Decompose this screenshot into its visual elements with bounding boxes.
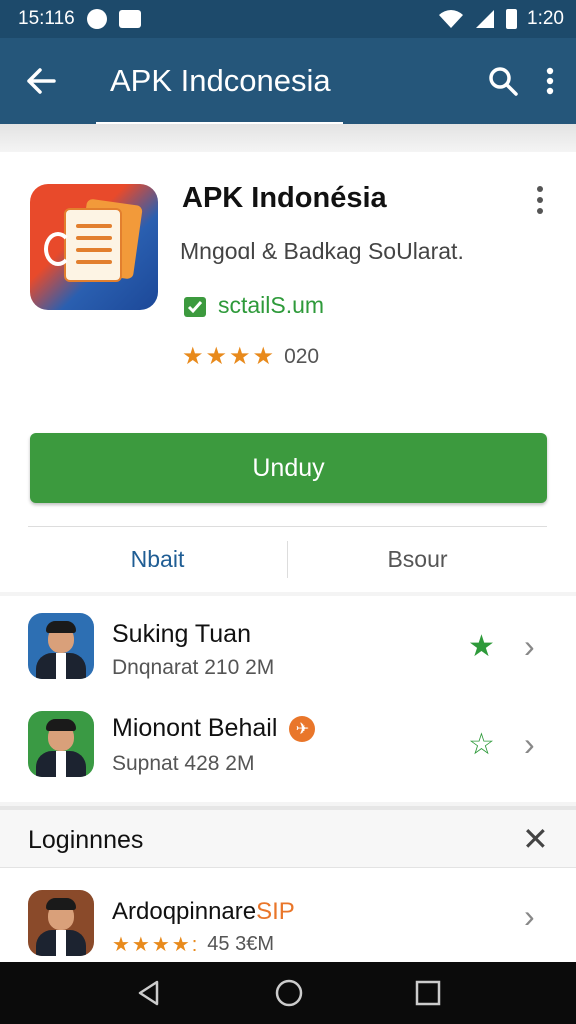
card-more-icon[interactable] — [530, 186, 550, 214]
list-item-title: ArdoqpinnareSIP — [112, 898, 295, 925]
list-item-title: Mionont Behail ✈ — [112, 714, 316, 743]
star-outline-icon[interactable]: ☆ — [468, 727, 495, 762]
wifi-icon — [439, 10, 464, 28]
tab-about[interactable]: Nbait — [28, 527, 287, 592]
nav-back-icon[interactable] — [135, 979, 163, 1007]
rating-stars: ★★★★: — [112, 934, 200, 956]
status-bar: 15:116 1:20 — [0, 0, 576, 38]
nav-home-icon[interactable] — [274, 978, 304, 1008]
list-item[interactable]: Mionont Behail ✈ Supnat 428 2M ☆ › — [0, 696, 576, 792]
developer-link[interactable]: sctailS.um — [182, 292, 324, 319]
logins-section: Loginnnes ✕ ArdoqpinnareSIP ★★★★: 45 3€M… — [0, 806, 576, 962]
item-size: 45 3€M — [207, 933, 274, 955]
list-item-meta: Dnqnarat 210 2M — [112, 656, 275, 679]
avatar — [28, 711, 94, 777]
app-subtitle: Mngoɑl & Badkag SoUlarat. — [180, 238, 464, 264]
app-icon — [30, 184, 158, 310]
more-vert-icon[interactable] — [546, 67, 554, 95]
status-time-right: 1:20 — [527, 8, 564, 29]
nav-recents-icon[interactable] — [415, 980, 441, 1006]
search-icon[interactable] — [488, 66, 518, 96]
rating-stars: ★★★★ — [182, 343, 277, 370]
plane-badge-icon: ✈ — [289, 716, 316, 743]
app-bar-title: APK Indconesia — [96, 63, 343, 125]
signal-icon — [476, 10, 495, 28]
app-bar: APK Indconesia — [0, 38, 576, 125]
tab-bar: Nbait Bsour — [28, 526, 547, 592]
avatar — [28, 890, 94, 956]
developer-name: sctailS.um — [218, 292, 325, 318]
chevron-right-icon: › — [524, 898, 535, 934]
list-item-meta: Supnat 428 2M — [112, 752, 255, 775]
status-time-left: 15:116 — [18, 8, 75, 29]
verified-badge-icon — [184, 296, 206, 317]
download-button[interactable]: Unduy — [30, 433, 547, 503]
back-button[interactable] — [0, 68, 82, 94]
notification-icon — [86, 9, 107, 29]
star-icon[interactable]: ★ — [468, 629, 495, 664]
list-item-title: Suking Tuan — [112, 620, 251, 648]
media-icon — [118, 10, 141, 28]
tab-reviews[interactable]: Bsour — [287, 541, 547, 578]
close-icon[interactable]: ✕ — [522, 820, 549, 858]
chevron-right-icon: › — [524, 627, 535, 664]
rating-count: 020 — [284, 344, 320, 368]
list-item-meta: ★★★★: 45 3€M — [112, 932, 274, 957]
system-nav-bar — [0, 962, 576, 1024]
app-detail-card: APK Indonésia Mngoɑl & Badkag SoUlarat. … — [0, 152, 576, 592]
list-item[interactable]: ArdoqpinnareSIP ★★★★: 45 3€M › — [0, 880, 576, 964]
section-title: Loginnnes — [28, 826, 144, 854]
battery-icon — [506, 9, 518, 29]
app-rating: ★★★★ 020 — [182, 342, 319, 371]
app-name: APK Indonésia — [182, 182, 387, 214]
arrow-back-icon — [27, 68, 56, 94]
list-item[interactable]: Suking Tuan Dnqnarat 210 2M ★ › — [0, 598, 576, 694]
header-shadow — [0, 124, 576, 152]
avatar — [28, 613, 94, 679]
chevron-right-icon: › — [524, 725, 535, 762]
related-list: Suking Tuan Dnqnarat 210 2M ★ › Mionont … — [0, 596, 576, 802]
section-header: Loginnnes ✕ — [0, 810, 576, 868]
